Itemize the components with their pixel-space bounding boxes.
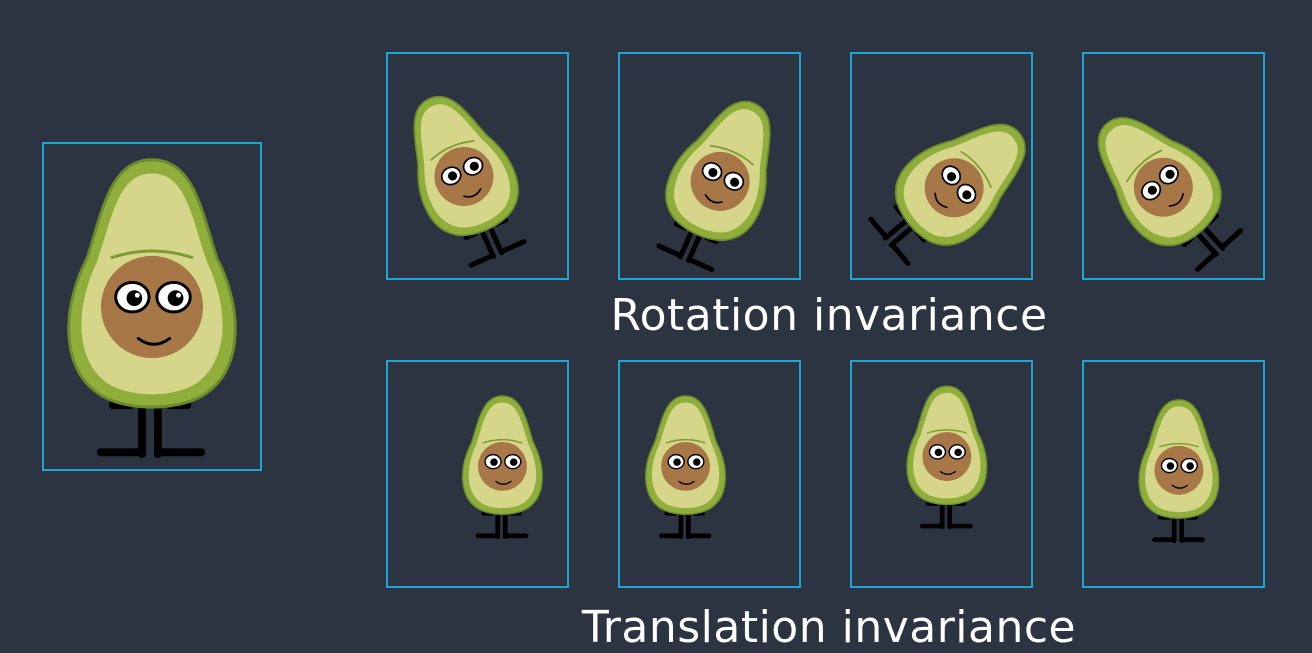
avocado-character-icon [906, 385, 988, 530]
avocado-character-icon [645, 395, 727, 540]
translation-invariance-caption: Translation invariance [581, 602, 1077, 653]
avocado-character-icon [461, 395, 543, 540]
avocado-character-icon [1097, 116, 1244, 272]
rotated-avocado-frame-1 [386, 52, 569, 280]
translated-avocado-frame-3 [850, 360, 1033, 588]
reference-avocado-frame [42, 142, 262, 471]
rotated-avocado-frame-2 [618, 52, 801, 280]
avocado-character-icon [413, 95, 527, 268]
translated-avocado-frame-1 [386, 360, 569, 588]
avocado-character-icon [656, 100, 771, 273]
rotated-avocado-frame-3 [850, 52, 1033, 280]
rotation-invariance-caption: Rotation invariance [610, 290, 1048, 341]
translated-avocado-frame-4 [1082, 360, 1265, 588]
translated-avocado-frame-2 [618, 360, 801, 588]
avocado-character-icon [67, 158, 237, 459]
avocado-character-icon [1138, 399, 1220, 544]
rotated-avocado-frame-4 [1082, 52, 1265, 280]
avocado-character-icon [868, 123, 1026, 267]
